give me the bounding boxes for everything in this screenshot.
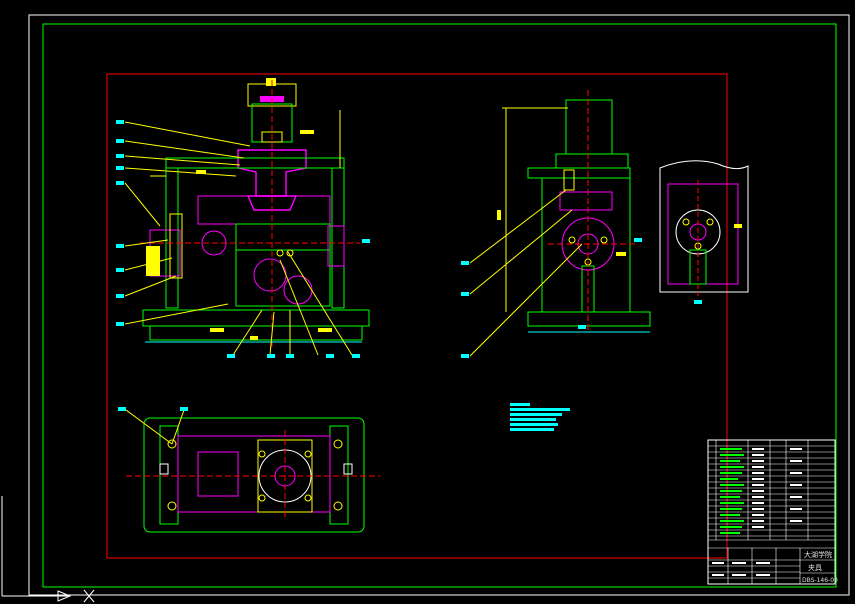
technical-notes-block bbox=[510, 403, 570, 431]
title-block: 大湖学院 夹具 DBS-146-00 bbox=[707, 439, 838, 585]
cad-drawing: 大湖学院 夹具 DBS-146-00 bbox=[1, 14, 850, 603]
side-view bbox=[461, 90, 651, 358]
ucs-axis-icon bbox=[1, 496, 95, 603]
top-view bbox=[118, 407, 380, 533]
front-view bbox=[116, 78, 370, 358]
title-block-part-name: 夹具 bbox=[808, 563, 822, 572]
partial-view bbox=[659, 160, 749, 304]
title-block-company: 大湖学院 bbox=[804, 550, 832, 559]
title-block-drawing-number: DBS-146-00 bbox=[802, 577, 838, 584]
drawing-area-frame bbox=[106, 73, 728, 559]
sheet-border-frame bbox=[42, 23, 837, 588]
